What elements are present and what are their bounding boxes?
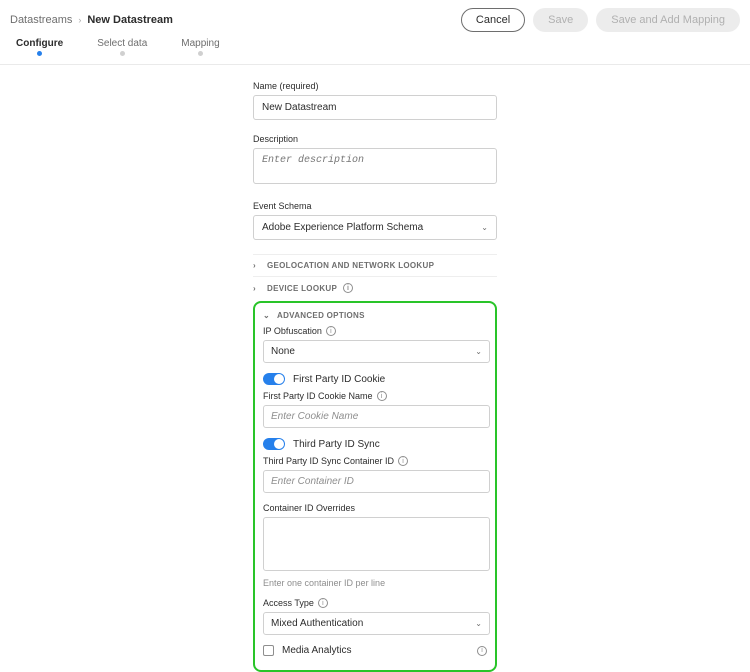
- info-icon[interactable]: i: [377, 391, 387, 401]
- name-input[interactable]: [253, 95, 497, 120]
- advanced-options-panel: ⌄ ADVANCED OPTIONS IP Obfuscation i None…: [253, 301, 497, 672]
- action-buttons: Cancel Save Save and Add Mapping: [461, 8, 740, 32]
- chevron-down-icon: ⌄: [263, 311, 271, 320]
- info-icon[interactable]: i: [398, 456, 408, 466]
- access-type-select[interactable]: Mixed Authentication ⌄: [263, 612, 490, 635]
- tab-label: Select data: [97, 38, 147, 49]
- first-party-cookie-name-label: First Party ID Cookie Name i: [263, 391, 487, 401]
- chevron-down-icon: ⌄: [481, 223, 488, 232]
- media-analytics-label: Media Analytics: [282, 645, 351, 656]
- ip-obfuscation-label: IP Obfuscation i: [263, 326, 487, 336]
- tab-configure[interactable]: Configure: [16, 38, 63, 60]
- tab-indicator-icon: [120, 51, 125, 56]
- info-icon[interactable]: i: [477, 646, 487, 656]
- info-icon[interactable]: i: [318, 598, 328, 608]
- tab-label: Configure: [16, 38, 63, 49]
- save-add-mapping-button: Save and Add Mapping: [596, 8, 740, 32]
- select-value: Adobe Experience Platform Schema: [262, 222, 423, 233]
- select-value: Mixed Authentication: [271, 618, 363, 629]
- tab-indicator-icon: [37, 51, 42, 56]
- select-value: None: [271, 346, 295, 357]
- access-type-label: Access Type i: [263, 598, 487, 608]
- section-title: GEOLOCATION AND NETWORK LOOKUP: [267, 261, 434, 270]
- section-title: DEVICE LOOKUP: [267, 284, 337, 293]
- chevron-right-icon: ›: [253, 284, 261, 293]
- name-label: Name (required): [253, 81, 497, 91]
- event-schema-select[interactable]: Adobe Experience Platform Schema ⌄: [253, 215, 497, 240]
- third-party-id-sync-toggle[interactable]: [263, 438, 285, 450]
- breadcrumb-current: New Datastream: [87, 14, 173, 26]
- first-party-toggle-label: First Party ID Cookie: [293, 374, 385, 385]
- container-overrides-label: Container ID Overrides: [263, 503, 487, 513]
- media-analytics-checkbox[interactable]: [263, 645, 274, 656]
- container-overrides-help: Enter one container ID per line: [263, 578, 487, 588]
- breadcrumb-root[interactable]: Datastreams: [10, 14, 72, 26]
- chevron-down-icon: ⌄: [475, 347, 482, 356]
- description-label: Description: [253, 134, 497, 144]
- section-device-lookup[interactable]: › DEVICE LOOKUP i: [253, 276, 497, 299]
- chevron-down-icon: ⌄: [475, 619, 482, 628]
- cancel-button[interactable]: Cancel: [461, 8, 525, 32]
- info-icon[interactable]: i: [343, 283, 353, 293]
- first-party-cookie-name-input[interactable]: [263, 405, 490, 428]
- section-advanced[interactable]: ⌄ ADVANCED OPTIONS: [263, 311, 487, 326]
- chevron-right-icon: ›: [253, 261, 261, 270]
- section-geolocation[interactable]: › GEOLOCATION AND NETWORK LOOKUP: [253, 254, 497, 276]
- tab-indicator-icon: [198, 51, 203, 56]
- chevron-right-icon: ›: [78, 15, 81, 25]
- event-schema-label: Event Schema: [253, 201, 497, 211]
- section-title: ADVANCED OPTIONS: [277, 311, 365, 320]
- tab-mapping[interactable]: Mapping: [181, 38, 219, 60]
- description-input[interactable]: [253, 148, 497, 184]
- tab-label: Mapping: [181, 38, 219, 49]
- wizard-tabs: Configure Select data Mapping: [0, 38, 750, 65]
- tab-select-data[interactable]: Select data: [97, 38, 147, 60]
- third-party-container-id-label: Third Party ID Sync Container ID i: [263, 456, 487, 466]
- third-party-toggle-label: Third Party ID Sync: [293, 439, 380, 450]
- info-icon[interactable]: i: [326, 326, 336, 336]
- third-party-container-id-input[interactable]: [263, 470, 490, 493]
- container-overrides-input[interactable]: [263, 517, 490, 571]
- first-party-id-cookie-toggle[interactable]: [263, 373, 285, 385]
- ip-obfuscation-select[interactable]: None ⌄: [263, 340, 490, 363]
- save-button: Save: [533, 8, 588, 32]
- breadcrumb: Datastreams › New Datastream: [10, 14, 173, 26]
